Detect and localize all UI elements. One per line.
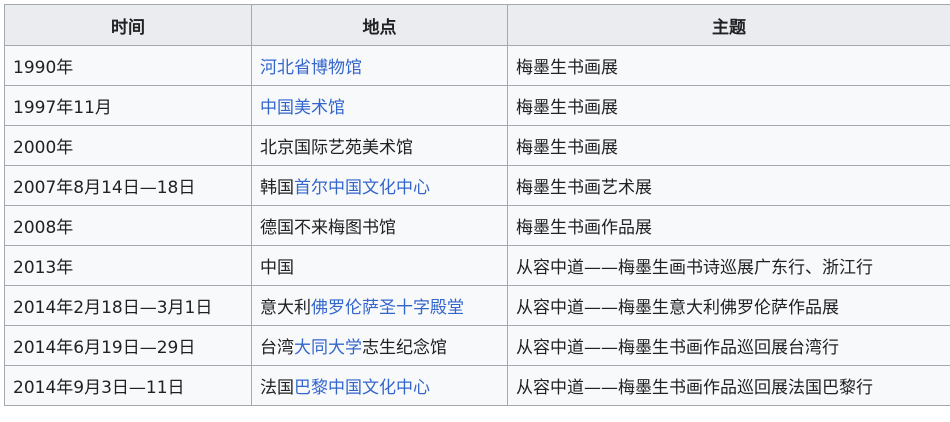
cell-time: 2014年9月3日—11日 [5, 366, 252, 406]
cell-theme: 从容中道——梅墨生书画作品巡回展台湾行 [508, 326, 950, 366]
cell-theme: 从容中道——梅墨生意大利佛罗伦萨作品展 [508, 286, 950, 326]
cell-theme: 梅墨生书画作品展 [508, 206, 950, 246]
cell-time: 2013年 [5, 246, 252, 286]
cell-place: 北京国际艺苑美术馆 [252, 126, 508, 166]
cell-theme: 梅墨生书画展 [508, 126, 950, 166]
cell-theme: 梅墨生书画展 [508, 46, 950, 86]
table-row: 2014年2月18日—3月1日意大利佛罗伦萨圣十字殿堂从容中道——梅墨生意大利佛… [5, 286, 950, 326]
cell-place: 中国 [252, 246, 508, 286]
table-row: 2008年德国不来梅图书馆 梅墨生书画作品展 [5, 206, 950, 246]
cell-time: 2014年2月18日—3月1日 [5, 286, 252, 326]
cell-theme: 从容中道——梅墨生书画作品巡回展法国巴黎行 [508, 366, 950, 406]
place-link[interactable]: 大同大学 [294, 338, 362, 358]
cell-theme: 梅墨生书画艺术展 [508, 166, 950, 206]
header-place: 地点 [252, 5, 508, 46]
cell-place: 中国美术馆 [252, 86, 508, 126]
place-link[interactable]: 佛罗伦萨圣十字殿堂 [311, 298, 464, 318]
place-link[interactable]: 河北省博物馆 [260, 58, 362, 78]
place-text: 法国 [260, 378, 294, 398]
place-text: 北京国际艺苑美术馆 [260, 138, 413, 158]
table-row: 2014年9月3日—11日法国巴黎中国文化中心从容中道——梅墨生书画作品巡回展法… [5, 366, 950, 406]
cell-time: 2000年 [5, 126, 252, 166]
cell-place: 河北省博物馆 [252, 46, 508, 86]
cell-time: 1990年 [5, 46, 252, 86]
place-link[interactable]: 中国美术馆 [260, 98, 345, 118]
cell-theme: 从容中道——梅墨生画书诗巡展广东行、浙江行 [508, 246, 950, 286]
table-row: 1997年11月中国美术馆 梅墨生书画展 [5, 86, 950, 126]
place-text: 德国不来梅图书馆 [260, 218, 396, 238]
table-body: 1990年河北省博物馆梅墨生书画展1997年11月中国美术馆梅墨生书画展2000… [5, 46, 950, 406]
place-text: 韩国 [260, 178, 294, 198]
table-row: 2007年8月14日—18日韩国首尔中国文化中心梅墨生书画艺术展 [5, 166, 950, 206]
table-row: 2014年6月19日—29日台湾大同大学志生纪念馆从容中道——梅墨生书画作品巡回… [5, 326, 950, 366]
cell-time: 2014年6月19日—29日 [5, 326, 252, 366]
place-link[interactable]: 巴黎中国文化中心 [294, 378, 430, 398]
cell-place: 法国巴黎中国文化中心 [252, 366, 508, 406]
place-text: 中国 [260, 258, 294, 278]
table-header-row: 时间 地点 主题 [5, 5, 950, 46]
table-row: 2000年北京国际艺苑美术馆 梅墨生书画展 [5, 126, 950, 166]
cell-place: 德国不来梅图书馆 [252, 206, 508, 246]
table-row: 2013年中国 从容中道——梅墨生画书诗巡展广东行、浙江行 [5, 246, 950, 286]
place-text: 意大利 [260, 298, 311, 318]
cell-place: 意大利佛罗伦萨圣十字殿堂 [252, 286, 508, 326]
place-text: 志生纪念馆 [362, 338, 447, 358]
cell-time: 1997年11月 [5, 86, 252, 126]
header-time: 时间 [5, 5, 252, 46]
table-row: 1990年河北省博物馆 梅墨生书画展 [5, 46, 950, 86]
cell-time: 2007年8月14日—18日 [5, 166, 252, 206]
cell-place: 台湾大同大学志生纪念馆 [252, 326, 508, 366]
cell-place: 韩国首尔中国文化中心 [252, 166, 508, 206]
cell-theme: 梅墨生书画展 [508, 86, 950, 126]
header-theme: 主题 [508, 5, 950, 46]
cell-time: 2008年 [5, 206, 252, 246]
place-text: 台湾 [260, 338, 294, 358]
place-link[interactable]: 首尔中国文化中心 [294, 178, 430, 198]
exhibition-table: 时间 地点 主题 1990年河北省博物馆梅墨生书画展1997年11月中国美术馆梅… [4, 4, 950, 406]
